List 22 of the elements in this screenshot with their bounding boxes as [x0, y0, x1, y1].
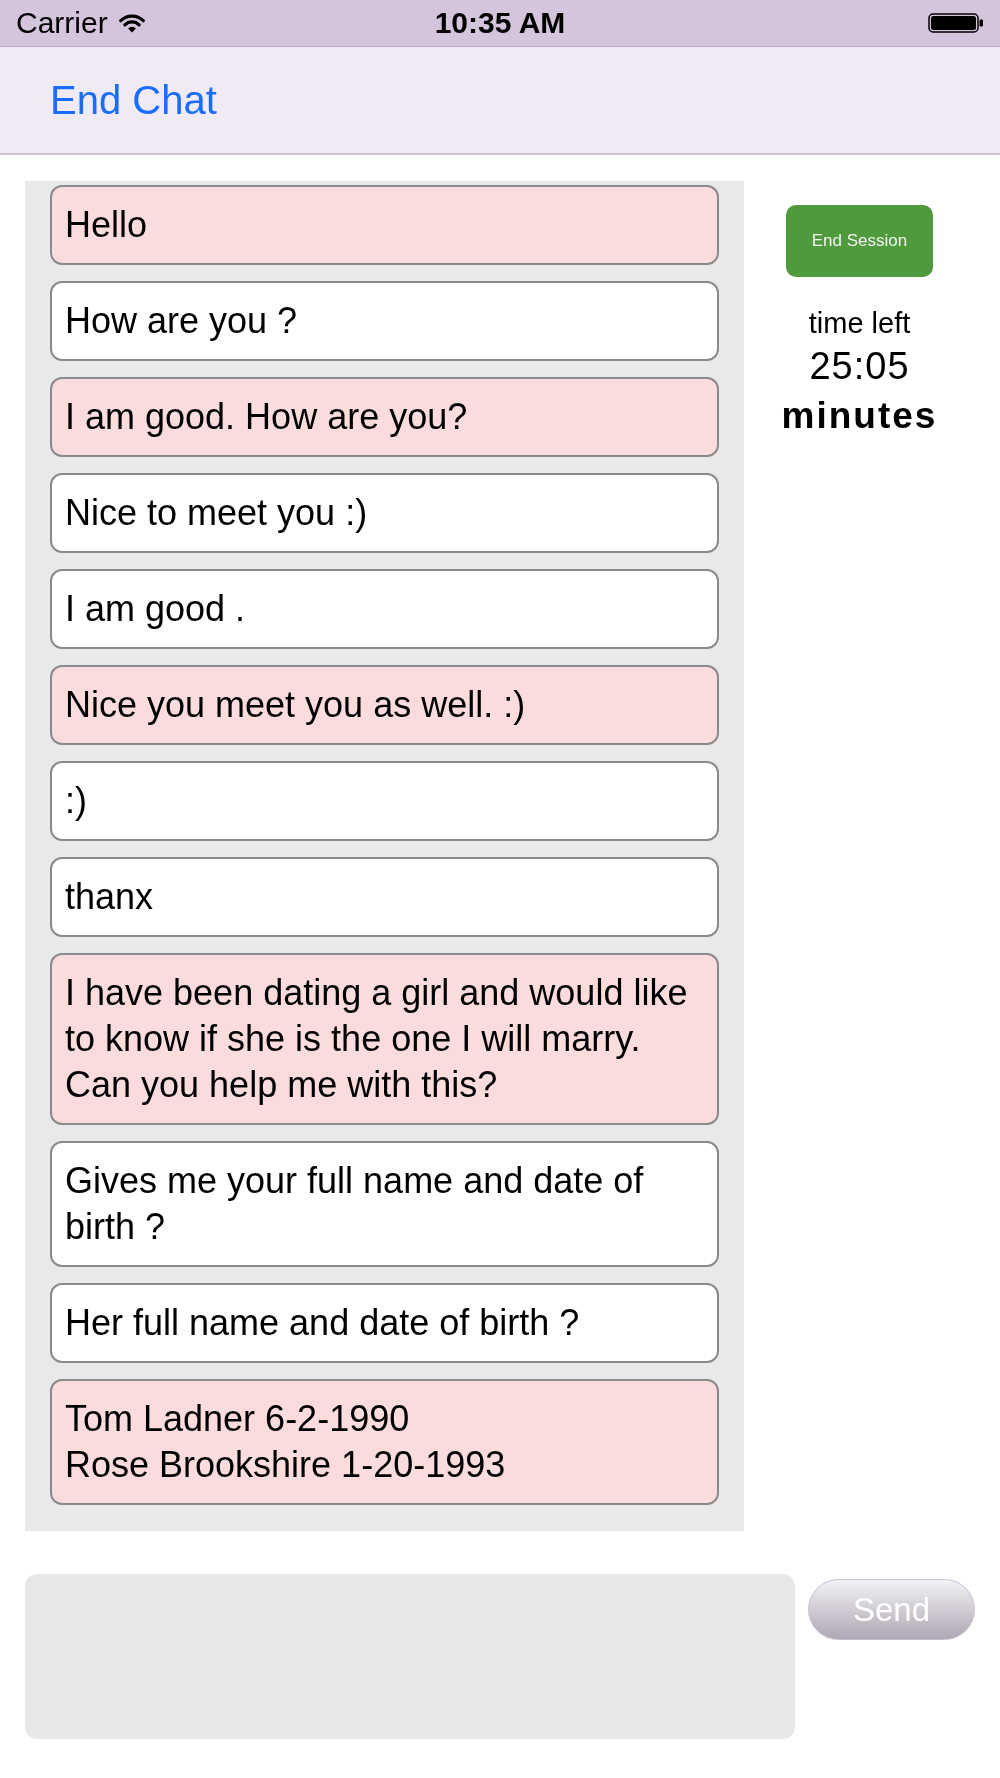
message-bubble: thanx — [50, 857, 719, 937]
message-bubble: Gives me your full name and date of birth ? — [50, 1141, 719, 1267]
status-time: 10:35 AM — [434, 5, 566, 41]
time-remaining: 25:05 — [809, 344, 910, 388]
send-button[interactable]: Send — [808, 1579, 975, 1640]
message-bubble: Tom Ladner 6-2-1990 Rose Brookshire 1-20-1993 — [50, 1379, 719, 1505]
battery-icon — [928, 13, 984, 33]
message-bubble: Hello — [50, 185, 719, 265]
message-bubble: Her full name and date of birth ? — [50, 1283, 719, 1363]
message-bubble: I have been dating a girl and would like to know if she is the one I will marry. Can you help me with this? — [50, 953, 719, 1125]
message-bubble: Nice to meet you :) — [50, 473, 719, 553]
message-bubble: How are you ? — [50, 281, 719, 361]
time-left-label: time left — [808, 306, 911, 341]
message-bubble: Nice you meet you as well. :) — [50, 665, 719, 745]
message-bubble: I am good . — [50, 569, 719, 649]
wifi-icon — [117, 13, 146, 33]
end-chat-button[interactable]: End Chat — [50, 76, 217, 124]
carrier-label: Carrier — [16, 5, 108, 41]
message-bubble: :) — [50, 761, 719, 841]
message-bubble: I am good. How are you? — [50, 377, 719, 457]
end-session-button[interactable]: End Session — [786, 205, 933, 277]
time-unit-label: minutes — [781, 394, 938, 438]
